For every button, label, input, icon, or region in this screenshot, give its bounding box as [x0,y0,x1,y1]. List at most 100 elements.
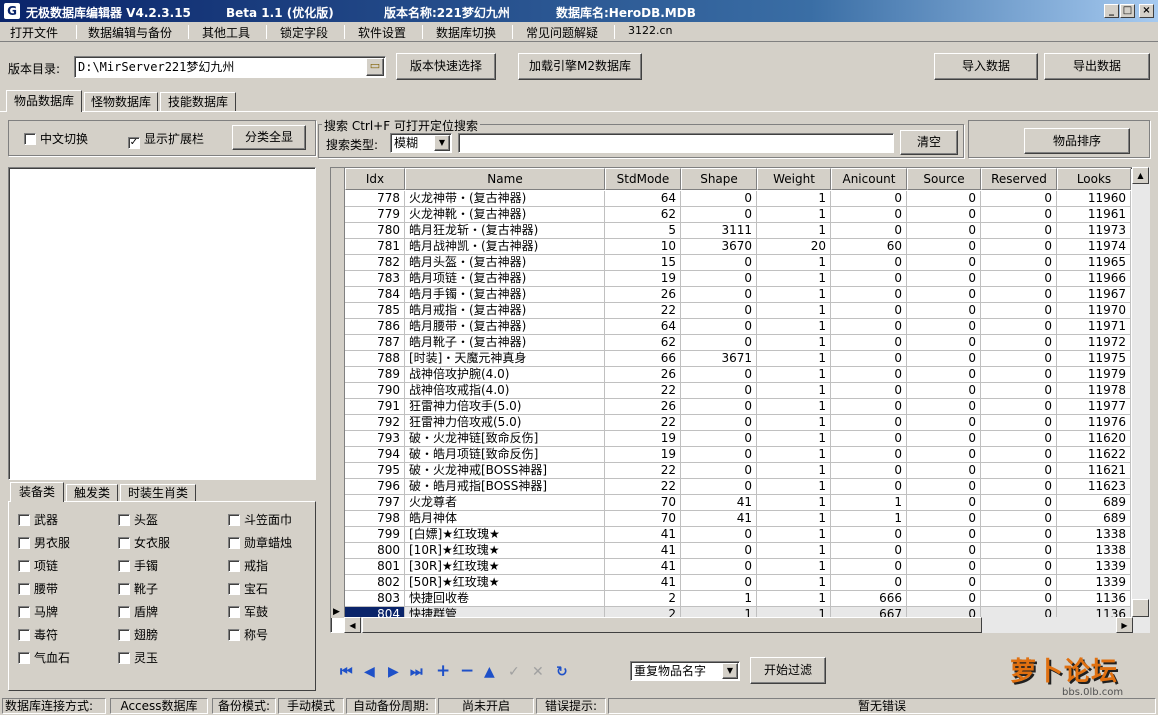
category-checkbox[interactable]: 靴子 [118,580,158,597]
cat-tab-fashion[interactable]: 时装生肖类 [120,484,196,502]
category-checkbox[interactable]: 男衣服 [18,534,70,551]
table-cell[interactable]: 41 [605,575,681,591]
table-cell[interactable]: 战神倍攻戒指(4.0) [405,383,605,399]
column-header[interactable]: Shape [681,168,757,190]
table-cell[interactable]: 26 [605,287,681,303]
table-cell[interactable]: 皓月腰带・(复古神器) [405,319,605,335]
table-cell[interactable]: 0 [981,495,1057,511]
search-input[interactable] [458,133,894,153]
menu-open-file[interactable]: 打开文件 [10,24,58,41]
table-cell[interactable]: 0 [681,431,757,447]
table-row[interactable]: 782 皓月头盔・(复古神器) 15 0 1 0 0 0 11965 [345,255,1131,271]
table-cell[interactable]: 0 [831,223,907,239]
table-cell[interactable]: 0 [681,527,757,543]
table-cell[interactable]: 10 [605,239,681,255]
table-cell[interactable]: 11977 [1057,399,1131,415]
table-cell[interactable]: 0 [907,415,981,431]
table-row[interactable]: 785 皓月戒指・(复古神器) 22 0 1 0 0 0 11970 [345,303,1131,319]
table-cell[interactable]: 1 [757,431,831,447]
table-cell[interactable]: 798 [345,511,405,527]
table-cell[interactable]: 1 [757,271,831,287]
table-cell[interactable]: 1 [681,591,757,607]
table-row[interactable]: 798 皓月神体 70 41 1 1 0 0 689 [345,511,1131,527]
table-cell[interactable]: 62 [605,207,681,223]
table-cell[interactable]: 19 [605,431,681,447]
table-cell[interactable]: 784 [345,287,405,303]
table-cell[interactable]: 0 [981,543,1057,559]
table-cell[interactable]: 0 [907,591,981,607]
table-cell[interactable]: 0 [907,319,981,335]
table-cell[interactable]: 0 [831,271,907,287]
table-cell[interactable]: 11965 [1057,255,1131,271]
category-checkbox[interactable]: 手镯 [118,557,158,574]
table-cell[interactable]: 11970 [1057,303,1131,319]
table-cell[interactable]: 0 [981,287,1057,303]
table-row[interactable]: 793 破・火龙神链[致命反伤] 19 0 1 0 0 0 11620 [345,431,1131,447]
table-row[interactable]: 787 皓月靴子・(复古神器) 62 0 1 0 0 0 11972 [345,335,1131,351]
table-cell[interactable]: 0 [907,383,981,399]
table-cell[interactable]: 787 [345,335,405,351]
delete-record-icon[interactable]: − [460,661,474,681]
table-cell[interactable]: 1 [757,319,831,335]
table-row[interactable]: 796 破・皓月戒指[BOSS神器] 22 0 1 0 0 0 11623 [345,479,1131,495]
tab-items[interactable]: 物品数据库 [6,90,82,112]
category-checkbox[interactable]: 毒符 [18,626,58,643]
table-cell[interactable]: 1 [757,335,831,351]
table-cell[interactable]: 0 [981,207,1057,223]
table-cell[interactable]: 1 [757,383,831,399]
table-cell[interactable]: 0 [907,399,981,415]
hscroll-thumb[interactable] [362,617,982,633]
table-cell[interactable]: 11960 [1057,191,1131,207]
table-cell[interactable]: 11976 [1057,415,1131,431]
table-cell[interactable]: 0 [981,399,1057,415]
last-record-icon[interactable]: ⏭ [410,664,423,680]
quick-select-button[interactable]: 版本快速选择 [396,53,496,80]
table-cell[interactable]: 26 [605,367,681,383]
table-cell[interactable]: 0 [907,575,981,591]
table-cell[interactable]: 3670 [681,239,757,255]
table-cell[interactable]: 1 [757,479,831,495]
table-row[interactable]: 790 战神倍攻戒指(4.0) 22 0 1 0 0 0 11978 [345,383,1131,399]
dir-input[interactable]: D:\MirServer221梦幻九州 [74,56,386,78]
table-cell[interactable]: 0 [831,351,907,367]
table-cell[interactable]: 0 [831,191,907,207]
table-cell[interactable]: 皓月战神凯・(复古神器) [405,239,605,255]
table-cell[interactable]: [白嫖]★红玫瑰★ [405,527,605,543]
table-cell[interactable]: 62 [605,335,681,351]
table-cell[interactable]: 0 [831,399,907,415]
table-cell[interactable]: 797 [345,495,405,511]
table-cell[interactable]: 0 [831,255,907,271]
table-cell[interactable]: 0 [907,255,981,271]
table-row[interactable]: 778 火龙神带・(复古神器) 64 0 1 0 0 0 11960 [345,191,1131,207]
table-cell[interactable]: 11966 [1057,271,1131,287]
table-cell[interactable]: 0 [681,559,757,575]
table-cell[interactable]: 796 [345,479,405,495]
table-row[interactable]: 791 狂雷神力倍攻手(5.0) 26 0 1 0 0 0 11977 [345,399,1131,415]
table-cell[interactable]: 11961 [1057,207,1131,223]
table-row[interactable]: 784 皓月手镯・(复古神器) 26 0 1 0 0 0 11967 [345,287,1131,303]
table-cell[interactable]: 0 [981,463,1057,479]
table-cell[interactable]: 0 [681,383,757,399]
table-cell[interactable]: 0 [981,479,1057,495]
table-cell[interactable]: 0 [981,383,1057,399]
table-cell[interactable]: 0 [907,223,981,239]
table-cell[interactable]: 19 [605,447,681,463]
folder-icon[interactable]: ▭ [366,58,384,76]
table-cell[interactable]: 快捷回收卷 [405,591,605,607]
table-cell[interactable]: 0 [681,303,757,319]
chevron-down-icon[interactable]: ▼ [722,663,738,679]
category-checkbox[interactable]: 军鼓 [228,603,268,620]
table-cell[interactable]: 0 [907,335,981,351]
export-button[interactable]: 导出数据 [1044,53,1150,80]
table-cell[interactable]: 20 [757,239,831,255]
table-cell[interactable]: [时装]・天魔元神真身 [405,351,605,367]
table-cell[interactable]: 793 [345,431,405,447]
table-cell[interactable]: 1 [757,351,831,367]
table-cell[interactable]: 0 [907,351,981,367]
table-cell[interactable]: 1 [757,591,831,607]
table-cell[interactable]: 0 [681,319,757,335]
table-cell[interactable]: 0 [681,335,757,351]
table-cell[interactable]: 2 [605,591,681,607]
table-cell[interactable]: [30R]★红玫瑰★ [405,559,605,575]
table-cell[interactable]: 皓月头盔・(复古神器) [405,255,605,271]
